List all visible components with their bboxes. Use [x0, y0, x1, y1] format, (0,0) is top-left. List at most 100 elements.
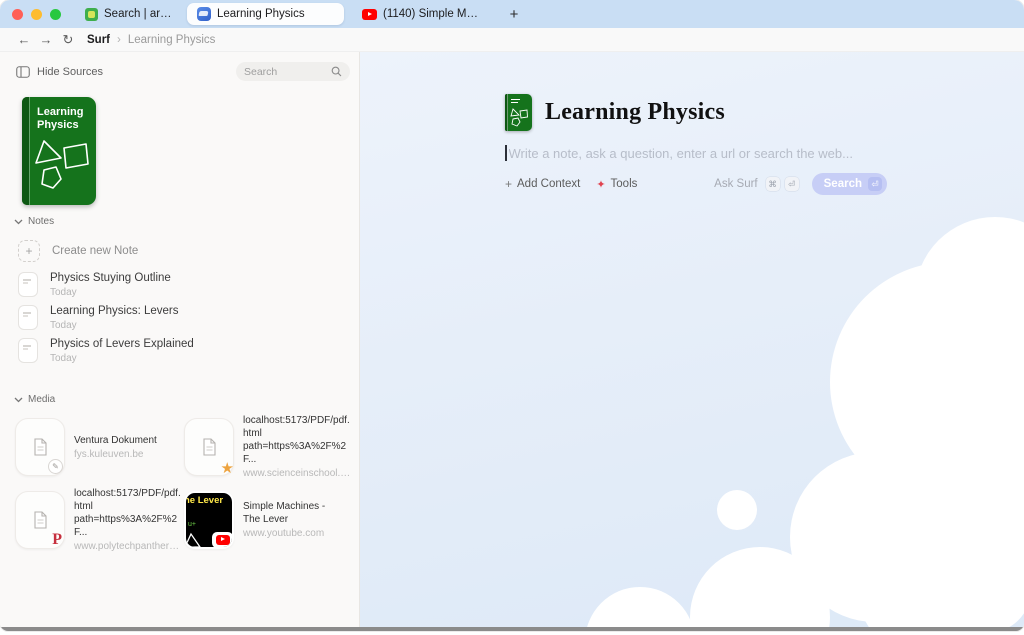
composer-column: Learning Physics + Add Context ✦ T	[505, 92, 887, 195]
command-key-icon: ⌘	[766, 177, 780, 191]
composer-input[interactable]	[509, 146, 888, 161]
book-cover-title: Learning Physics	[37, 106, 89, 132]
media-item[interactable]: he Lever u+ Simple Machines - The Lever …	[184, 487, 353, 552]
close-button[interactable]	[12, 9, 23, 20]
media-item[interactable]: P localhost:5173/PDF/pdf.html path=https…	[15, 487, 184, 552]
notebook-icon	[505, 94, 532, 131]
note-date: Today	[50, 287, 171, 298]
document-thumbnail: ✎	[15, 418, 65, 476]
triangle-icon	[184, 532, 203, 549]
new-tab-button[interactable]: +	[504, 6, 524, 23]
media-domain: fys.kuleuven.be	[74, 449, 157, 460]
tab-arxiv-search[interactable]: Search | arXiv e-print repo...	[75, 3, 183, 25]
add-context-label: Add Context	[517, 178, 580, 190]
ask-surf-button[interactable]: Ask Surf	[714, 178, 757, 190]
note-title: Learning Physics: Levers	[50, 305, 178, 317]
media-title: Simple Machines - The Lever	[243, 500, 325, 526]
book-cover-shapes-icon	[34, 137, 90, 193]
document-thumbnail: P	[15, 491, 65, 549]
tools-button[interactable]: ✦ Tools	[596, 178, 637, 191]
hide-sources-button[interactable]: Hide Sources	[16, 66, 103, 78]
sidebar-search[interactable]	[236, 62, 350, 81]
tab-label: (1140) Simple Machines - T...	[383, 8, 482, 20]
back-icon[interactable]: ←	[13, 32, 35, 47]
youtube-badge-icon	[212, 532, 233, 548]
media-item[interactable]: ✎ Ventura Dokument fys.kuleuven.be	[15, 414, 184, 479]
media-title: localhost:5173/PDF/pdf.html path=https%3…	[74, 487, 184, 539]
media-domain: www.scienceinschool.org	[243, 468, 351, 479]
window-bottom-edge	[0, 627, 1024, 631]
search-button[interactable]: Search ⏎	[812, 173, 887, 195]
return-key-icon: ⏎	[785, 177, 799, 191]
media-section-label: Media	[28, 394, 55, 405]
plus-icon: +	[18, 240, 40, 262]
pen-badge-icon: ✎	[48, 459, 63, 474]
note-icon	[18, 272, 38, 297]
breadcrumb-root[interactable]: Surf	[87, 34, 110, 46]
media-domain: www.youtube.com	[243, 528, 325, 539]
arxiv-favicon-icon	[85, 8, 98, 21]
media-grid: ✎ Ventura Dokument fys.kuleuven.be ★ loc…	[15, 414, 353, 552]
note-title: Physics Stuying Outline	[50, 272, 171, 284]
notebook-cover[interactable]: Learning Physics	[22, 97, 96, 205]
tools-label: Tools	[611, 178, 638, 190]
zoom-button[interactable]	[50, 9, 61, 20]
note-item[interactable]: Physics Stuying Outline Today	[18, 272, 171, 298]
note-title: Physics of Levers Explained	[50, 338, 194, 350]
chevron-down-icon	[14, 397, 23, 403]
note-date: Today	[50, 353, 194, 364]
chevron-down-icon	[14, 219, 23, 225]
note-item[interactable]: Physics of Levers Explained Today	[18, 338, 194, 364]
youtube-favicon-icon	[362, 9, 377, 20]
hide-sources-label: Hide Sources	[37, 66, 103, 78]
breadcrumb-separator: ›	[117, 34, 121, 46]
video-thumbnail: he Lever u+	[184, 491, 234, 549]
video-thumb-text: he Lever	[184, 495, 223, 506]
minimize-button[interactable]	[31, 9, 42, 20]
breadcrumb: Surf › Learning Physics	[87, 34, 215, 46]
document-icon	[33, 511, 48, 529]
video-thumb-overlay-text: u+	[188, 521, 196, 528]
note-icon	[18, 338, 38, 363]
media-item[interactable]: ★ localhost:5173/PDF/pdf.html path=https…	[184, 414, 353, 479]
breadcrumb-current: Learning Physics	[128, 34, 216, 46]
create-note-button[interactable]: + Create new Note	[18, 240, 138, 262]
search-button-label: Search	[824, 178, 862, 190]
refresh-icon[interactable]: ↻	[57, 32, 79, 48]
navigation-bar: ← → ↻ Surf › Learning Physics	[0, 28, 1024, 52]
return-key-icon: ⏎	[868, 177, 882, 191]
media-section-header[interactable]: Media	[14, 394, 55, 405]
note-item[interactable]: Learning Physics: Levers Today	[18, 305, 178, 331]
tab-learning-physics[interactable]: Learning Physics	[187, 3, 344, 25]
media-domain: www.polytechpanthers.com	[74, 541, 182, 552]
sidebar-search-input[interactable]	[244, 66, 331, 78]
browser-window: Search | arXiv e-print repo... Learning …	[0, 0, 1024, 631]
page-title: Learning Physics	[545, 99, 725, 126]
notes-section-header[interactable]: Notes	[14, 216, 54, 227]
add-context-button[interactable]: + Add Context	[505, 177, 580, 191]
composer-actions: + Add Context ✦ Tools Ask Surf ⌘ ⏎	[505, 173, 887, 195]
document-icon	[202, 438, 217, 456]
notes-section-label: Notes	[28, 216, 54, 227]
tab-bar: Search | arXiv e-print repo... Learning …	[75, 0, 524, 28]
forward-icon[interactable]: →	[35, 32, 57, 47]
book-spine	[22, 97, 29, 205]
document-thumbnail: ★	[184, 418, 234, 476]
composer	[505, 143, 887, 163]
notebook-main-area: Learning Physics + Add Context ✦ T	[360, 52, 1024, 627]
notebook-header: Learning Physics	[505, 92, 887, 132]
sources-sidebar: Hide Sources Learning Physics Notes	[0, 52, 360, 627]
p-logo-badge-icon: P	[52, 531, 62, 549]
sparkle-icon: ✦	[596, 178, 605, 191]
plus-icon: +	[505, 177, 512, 191]
surf-favicon-icon	[197, 7, 211, 21]
search-icon	[331, 66, 342, 77]
media-title: Ventura Dokument	[74, 434, 157, 447]
tab-label: Search | arXiv e-print repo...	[104, 8, 173, 20]
window-controls	[12, 9, 61, 20]
document-icon	[33, 438, 48, 456]
star-badge-icon: ★	[221, 459, 234, 477]
create-note-label: Create new Note	[52, 245, 138, 257]
text-caret	[505, 145, 507, 161]
tab-youtube-video[interactable]: (1140) Simple Machines - T...	[352, 3, 492, 25]
